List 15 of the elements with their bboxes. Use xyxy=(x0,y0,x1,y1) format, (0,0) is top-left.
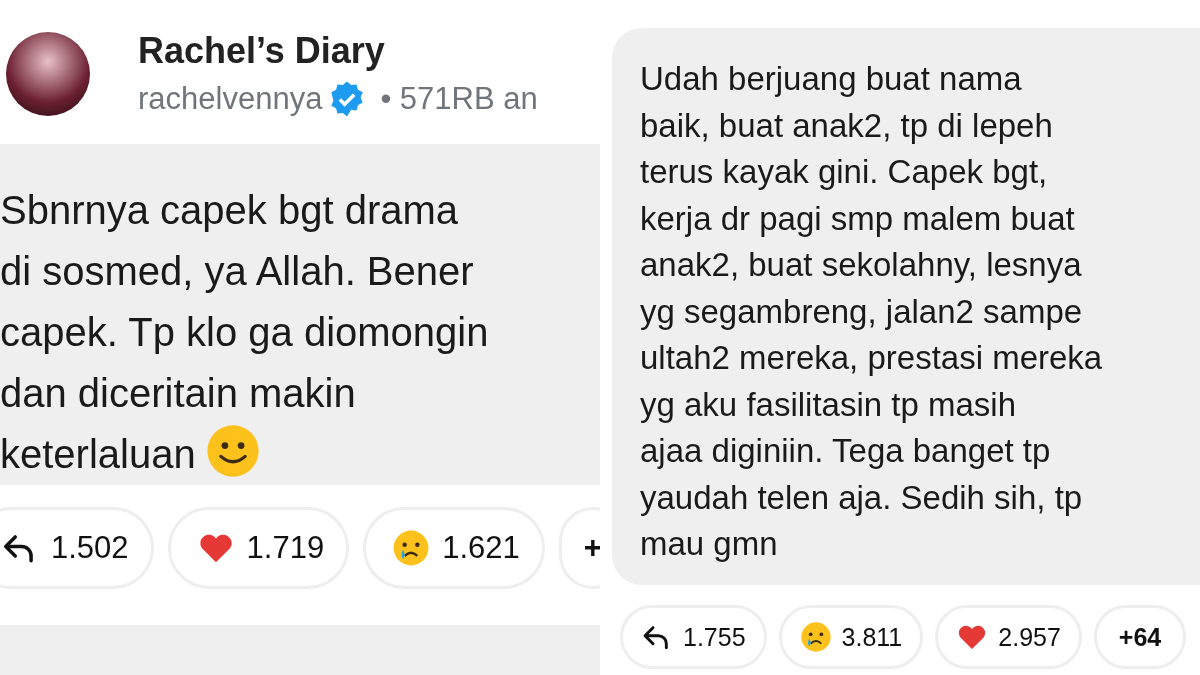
reaction-chip[interactable]: +64 xyxy=(1093,605,1187,669)
reaction-chip[interactable]: 3.811 xyxy=(778,605,924,669)
channel-name: Rachel’s Diary xyxy=(138,30,386,72)
crying-face-icon xyxy=(799,621,832,653)
crying-face-icon xyxy=(392,529,431,567)
reaction-chip[interactable]: 1.502 xyxy=(0,507,154,589)
message-text: Sbnrnya capek bgt drama di sosmed, ya Allah. Bener capek. Tp klo ga diomongin dan diceritain makin keterlaluan xyxy=(0,187,490,480)
follower-count: • 571RB an xyxy=(380,81,538,117)
reaction-chip[interactable]: 1.755 xyxy=(620,605,767,669)
reaction-chip[interactable]: 1.719 xyxy=(167,507,350,589)
reaction-chip[interactable]: 1.621 xyxy=(363,507,545,589)
reaction-chip[interactable]: 2.957 xyxy=(935,605,1082,669)
message-text: Udah berjuang buat nama baik, buat anak2, tp di lepeh terus kayak gini. Capek bgt, kerja dr pagi smp malem buat anak2, buat sekolahny, lesnya yg segambreng, jalan2 sampe ultah2 mereka, prestasi mereka yg aku fasilitasin tp masih ajaa diginiin. Tega banget tp yaudah telen aja. Sedih sih, tp mau gmn xyxy=(640,59,1104,564)
channel-handle: rachelvennya xyxy=(138,81,323,117)
reaction-chip[interactable]: + xyxy=(558,507,600,589)
